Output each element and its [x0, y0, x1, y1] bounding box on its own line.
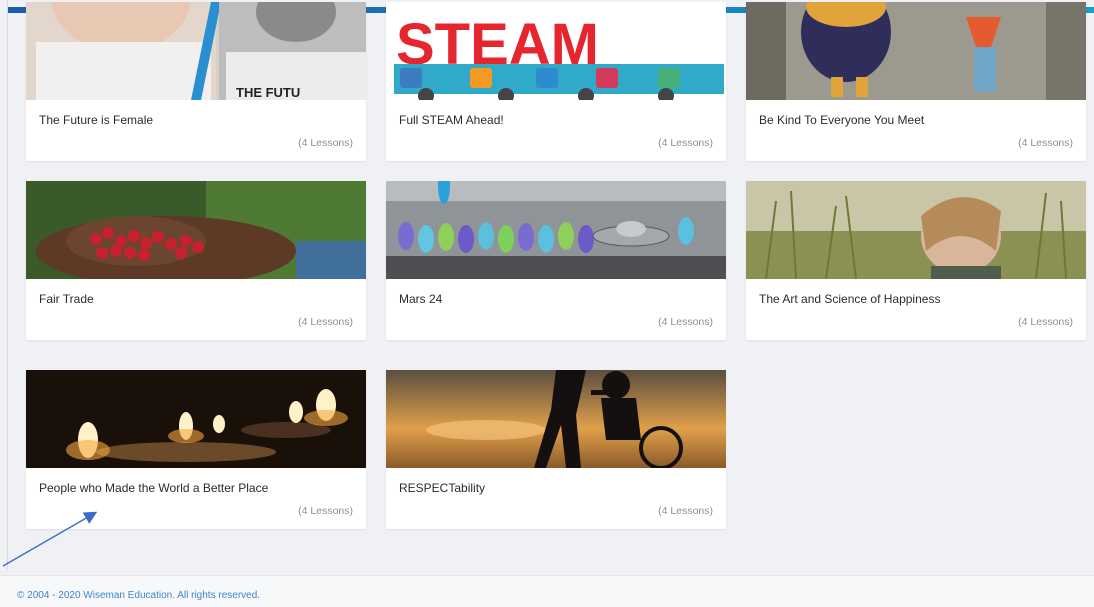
- course-thumbnail: [26, 181, 366, 279]
- lesson-count: (4 Lessons): [658, 505, 713, 517]
- course-card-art-science-happiness[interactable]: The Art and Science of Happiness (4 Less…: [746, 181, 1086, 340]
- course-card-be-kind[interactable]: Be Kind To Everyone You Meet (4 Lessons): [746, 2, 1086, 161]
- course-title[interactable]: Fair Trade: [39, 292, 94, 306]
- lesson-count: (4 Lessons): [298, 505, 353, 517]
- course-card-respectability[interactable]: RESPECTability (4 Lessons): [386, 370, 726, 529]
- lesson-count: (4 Lessons): [658, 316, 713, 328]
- course-thumbnail: [386, 181, 726, 279]
- course-title[interactable]: The Future is Female: [39, 113, 153, 127]
- course-title[interactable]: People who Made the World a Better Place: [39, 481, 268, 495]
- course-title[interactable]: Be Kind To Everyone You Meet: [759, 113, 924, 127]
- course-thumbnail: [26, 370, 366, 468]
- course-thumbnail: THE FUTU: [26, 2, 366, 100]
- copyright-text: © 2004 - 2020 Wiseman Education. All rig…: [17, 590, 261, 601]
- course-title[interactable]: RESPECTability: [399, 481, 485, 495]
- course-card-people-better-place[interactable]: People who Made the World a Better Place…: [26, 370, 366, 529]
- lesson-count: (4 Lessons): [298, 137, 353, 149]
- course-title[interactable]: Full STEAM Ahead!: [399, 113, 504, 127]
- course-card-mars-24[interactable]: Mars 24 (4 Lessons): [386, 181, 726, 340]
- svg-text:THE FUTU: THE FUTU: [236, 85, 300, 100]
- page-left-border: [7, 0, 8, 570]
- lesson-count: (4 Lessons): [1018, 137, 1073, 149]
- course-title[interactable]: The Art and Science of Happiness: [759, 292, 940, 306]
- course-thumbnail: STEAM: [386, 2, 726, 100]
- course-card-fair-trade[interactable]: Fair Trade (4 Lessons): [26, 181, 366, 340]
- course-card-future-is-female[interactable]: THE FUTU The Future is Female (4 Lessons…: [26, 2, 366, 161]
- course-thumbnail: [746, 181, 1086, 279]
- lesson-count: (4 Lessons): [1018, 316, 1073, 328]
- lesson-count: (4 Lessons): [658, 137, 713, 149]
- course-title[interactable]: Mars 24: [399, 292, 442, 306]
- course-thumbnail: [746, 2, 1086, 100]
- course-thumbnail: [386, 370, 726, 468]
- course-card-full-steam-ahead[interactable]: STEAM Full STEAM Ahead! (4 Lessons): [386, 2, 726, 161]
- page-footer: © 2004 - 2020 Wiseman Education. All rig…: [0, 575, 1094, 607]
- lesson-count: (4 Lessons): [298, 316, 353, 328]
